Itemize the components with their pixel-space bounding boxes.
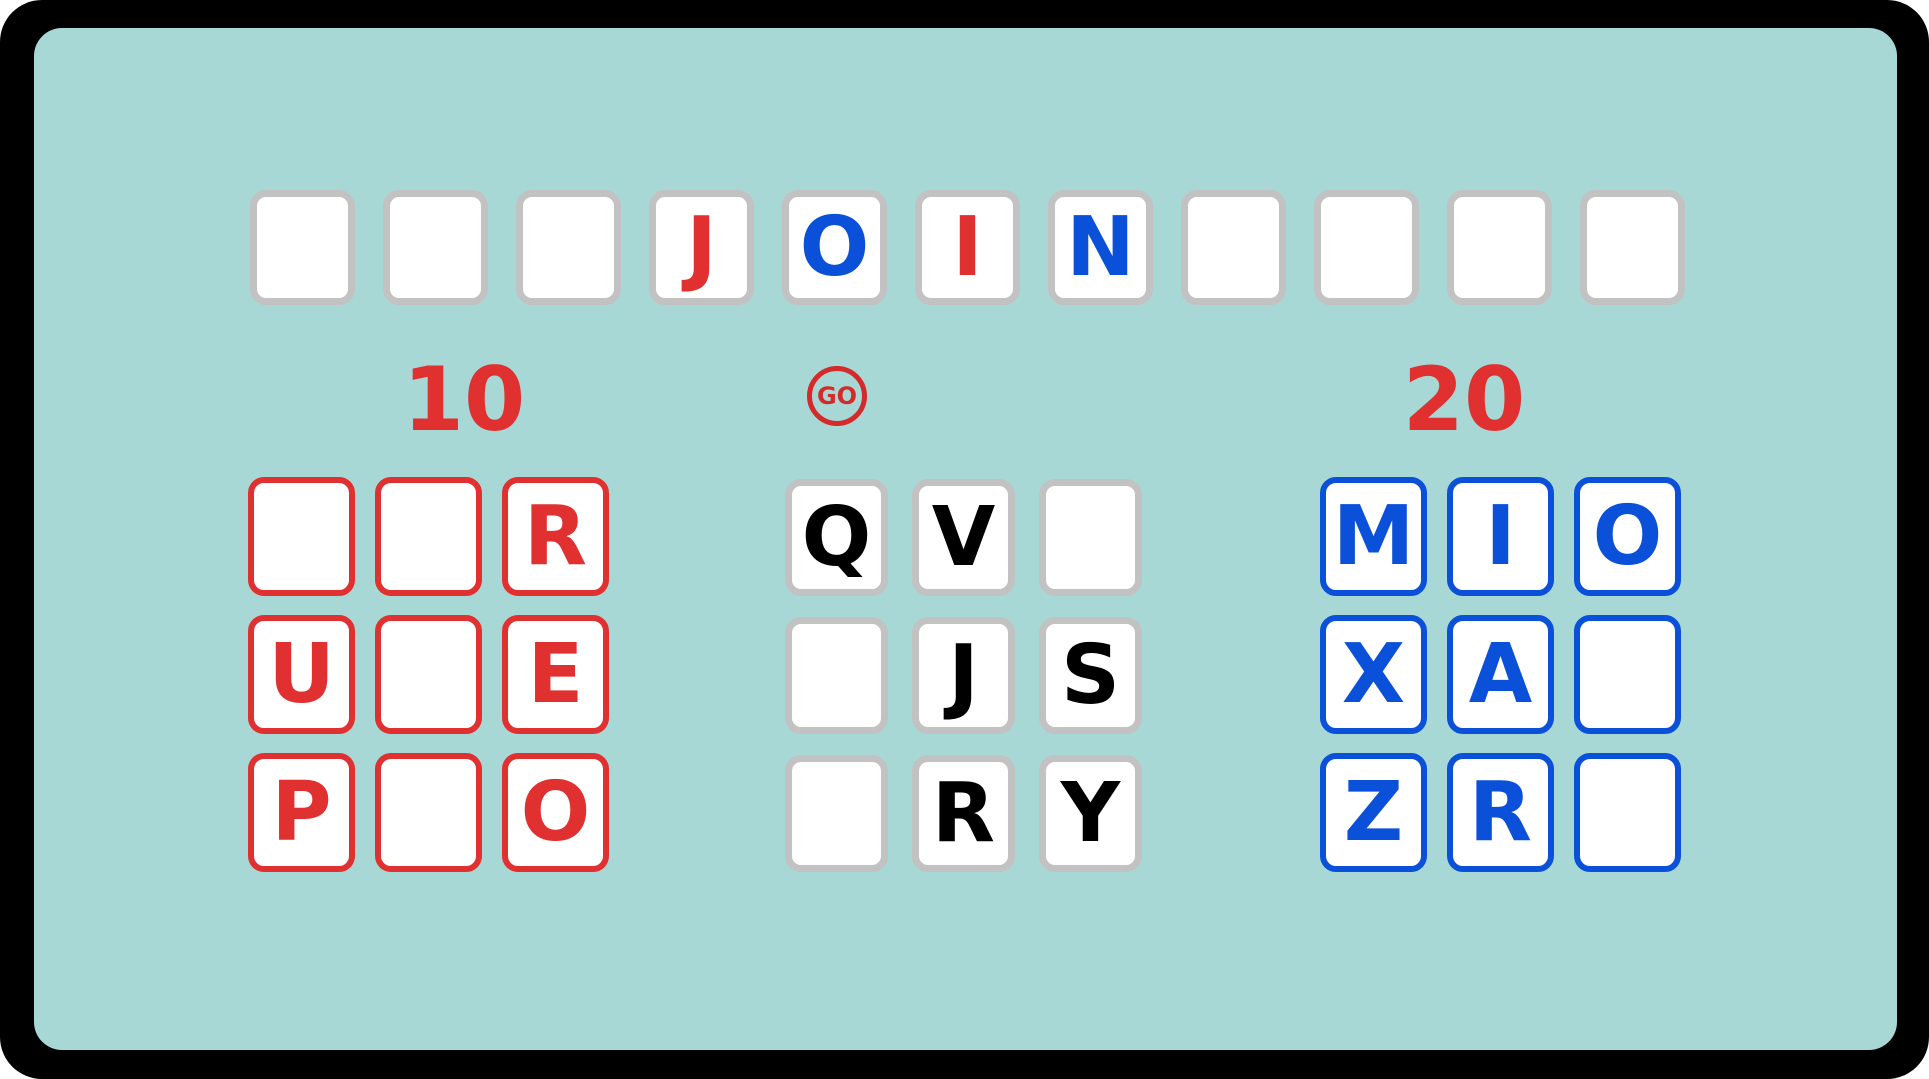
red-tile-r3c3[interactable]: O [502,753,609,872]
red-tile-r2c3[interactable]: E [502,615,609,734]
blue-tile-r3c1[interactable]: Z [1320,753,1427,872]
go-button-label: GO [816,382,858,410]
blue-tile-r3c2[interactable]: R [1447,753,1554,872]
word-slot-1[interactable] [250,190,355,305]
pool-tile-r3c1[interactable] [785,755,888,872]
pool-tile-r1c1[interactable]: Q [785,479,888,596]
pool-tile-r1c2[interactable]: V [912,479,1015,596]
word-slot-3[interactable] [516,190,621,305]
red-score: 10 [402,348,526,451]
pool-tile-r3c3[interactable]: Y [1039,755,1142,872]
go-button[interactable]: GO [807,366,867,426]
blue-tile-r2c2[interactable]: A [1447,615,1554,734]
word-slot-5[interactable]: O [782,190,887,305]
red-tile-r3c2[interactable] [375,753,482,872]
red-tile-r2c1[interactable]: U [248,615,355,734]
word-slot-6[interactable]: I [915,190,1020,305]
word-slot-9[interactable] [1314,190,1419,305]
blue-tile-r1c3[interactable]: O [1574,477,1681,596]
word-slot-4[interactable]: J [649,190,754,305]
word-slot-2[interactable] [383,190,488,305]
red-tile-r1c2[interactable] [375,477,482,596]
red-tile-r1c1[interactable] [248,477,355,596]
word-slot-10[interactable] [1447,190,1552,305]
pool-tile-r2c3[interactable]: S [1039,617,1142,734]
pool-tile-r1c3[interactable] [1039,479,1142,596]
word-slot-8[interactable] [1181,190,1286,305]
blue-tile-r3c3[interactable] [1574,753,1681,872]
blue-tile-r2c1[interactable]: X [1320,615,1427,734]
pool-tile-r2c2[interactable]: J [912,617,1015,734]
blue-tile-r2c3[interactable] [1574,615,1681,734]
word-slot-7[interactable]: N [1048,190,1153,305]
pool-tile-r3c2[interactable]: R [912,755,1015,872]
blue-tile-r1c1[interactable]: M [1320,477,1427,596]
pool-tile-r2c1[interactable] [785,617,888,734]
red-tile-r2c2[interactable] [375,615,482,734]
red-tile-r1c3[interactable]: R [502,477,609,596]
blue-score: 20 [1402,348,1526,451]
word-slot-11[interactable] [1580,190,1685,305]
red-tile-r3c1[interactable]: P [248,753,355,872]
blue-tile-r1c2[interactable]: I [1447,477,1554,596]
